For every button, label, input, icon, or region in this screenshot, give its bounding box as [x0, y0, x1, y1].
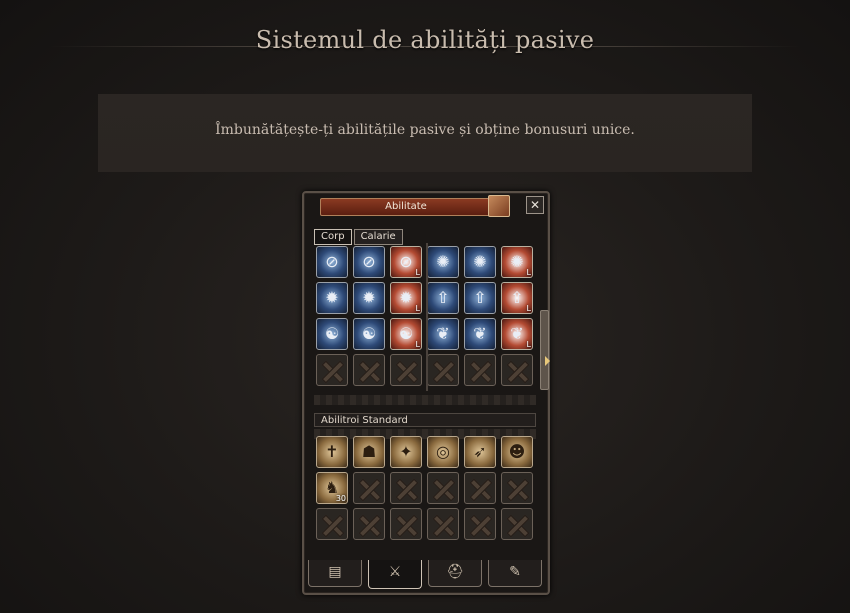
skill-slot[interactable]: ✦ — [390, 436, 422, 468]
side-handle[interactable] — [540, 310, 549, 390]
tab-calarie[interactable]: Calarie — [353, 229, 403, 245]
tree-icon: ⇧ — [473, 288, 487, 307]
skill-slot[interactable]: ☯ L — [390, 318, 422, 350]
skill-level-badge: L — [526, 268, 531, 277]
standard-section-label: Abilitroi Standard — [314, 413, 536, 427]
grid-divider — [426, 243, 428, 391]
swirl-icon: ✺ — [473, 252, 487, 271]
empty-skill-slot[interactable] — [501, 508, 533, 540]
stripes-icon: ⊘ — [325, 252, 339, 271]
bottom-tab-bar: ▤ ⚔ ⛑ ✎ — [302, 560, 546, 590]
standard-skill-grid: ✝ ☗ ✦ ◎ ➶ ☻ ♞ 30 — [316, 436, 533, 540]
skill-slot[interactable]: ✺ — [464, 246, 496, 278]
empty-skill-slot[interactable] — [390, 508, 422, 540]
window-title: Abilitate — [320, 198, 492, 216]
stripes-icon: ⊘ — [362, 252, 376, 271]
starburst-icon: ✹ — [325, 288, 339, 307]
cross-icon: ✝ — [325, 442, 339, 461]
empty-skill-slot[interactable] — [427, 508, 459, 540]
hood-icon: ☗ — [361, 442, 377, 461]
page-title: Sistemul de abilități pasive — [255, 26, 595, 54]
bottom-tab-4[interactable]: ✎ — [488, 560, 542, 587]
target-icon: ◎ — [436, 442, 450, 461]
helmet-icon: ⛑ — [446, 564, 464, 580]
empty-skill-slot[interactable] — [464, 354, 496, 386]
skill-slot[interactable]: ✺ L — [501, 246, 533, 278]
skill-slot[interactable]: ✹ — [353, 282, 385, 314]
empty-skill-slot[interactable] — [353, 472, 385, 504]
bottom-tab-3[interactable]: ⛑ — [428, 560, 482, 587]
skill-slot[interactable]: ⊘ — [316, 246, 348, 278]
skill-book-icon[interactable] — [488, 195, 510, 217]
starburst-icon: ✹ — [362, 288, 376, 307]
skill-slot[interactable]: ❦ — [464, 318, 496, 350]
skill-slot[interactable]: ⊘ — [353, 246, 385, 278]
skill-slot[interactable]: ◎ — [427, 436, 459, 468]
empty-skill-slot[interactable] — [427, 354, 459, 386]
empty-skill-slot[interactable] — [390, 472, 422, 504]
skill-slot[interactable]: ♞ 30 — [316, 472, 348, 504]
skill-slot[interactable]: ➶ — [464, 436, 496, 468]
sword-icon: ⚔ — [388, 564, 402, 580]
roots-icon: ❦ — [473, 324, 487, 343]
skill-slot[interactable]: ✺ — [427, 246, 459, 278]
skill-level-badge: L — [526, 304, 531, 313]
tab-corp[interactable]: Corp — [314, 229, 352, 245]
skill-slot[interactable]: ✹ — [316, 282, 348, 314]
empty-skill-slot[interactable] — [316, 508, 348, 540]
passive-skill-grid: ⊘ ⊘ ⊘ L ✺ ✺ ✺ L ✹ ✹ ✹ L ⇧ ⇧ ⇧ L ☯ ☯ ☯ L ❦ ❦ ❦ L — [316, 246, 533, 386]
bottom-tab-1[interactable]: ▤ — [308, 560, 362, 587]
decorative-strip — [314, 395, 536, 405]
bottom-tab-2[interactable]: ⚔ — [368, 560, 422, 589]
empty-skill-slot[interactable] — [353, 354, 385, 386]
yin-yang-icon: ☯ — [324, 324, 340, 343]
scroll-icon: ✎ — [509, 564, 521, 580]
background: Sistemul de abilități pasive Îmbunătățeș… — [0, 0, 850, 613]
skill-slot[interactable]: ☗ — [353, 436, 385, 468]
empty-skill-slot[interactable] — [464, 508, 496, 540]
yin-yang-icon: ☯ — [361, 324, 377, 343]
arrow-target-icon: ➶ — [473, 442, 487, 461]
skill-slot[interactable]: ⊘ L — [390, 246, 422, 278]
empty-skill-slot[interactable] — [464, 472, 496, 504]
head-icon: ☻ — [508, 442, 526, 461]
empty-skill-slot[interactable] — [427, 472, 459, 504]
skill-window: Abilitate ✕ Corp Calarie ⊘ ⊘ ⊘ L ✺ ✺ ✺ L ✹ ✹ ✹ L ⇧ ⇧ ⇧ L… — [302, 191, 550, 595]
empty-skill-slot[interactable] — [390, 354, 422, 386]
empty-skill-slot[interactable] — [353, 508, 385, 540]
skill-slot[interactable]: ⇧ L — [501, 282, 533, 314]
close-button[interactable]: ✕ — [526, 196, 544, 214]
empty-skill-slot[interactable] — [501, 354, 533, 386]
page-subtitle: Îmbunătățește-ți abilitățile pasive și o… — [215, 122, 635, 138]
empty-skill-slot[interactable] — [316, 354, 348, 386]
roots-icon: ❦ — [436, 324, 450, 343]
skill-slot[interactable]: ⇧ — [464, 282, 496, 314]
skill-slot[interactable]: ☯ — [316, 318, 348, 350]
skill-slot[interactable]: ❦ L — [501, 318, 533, 350]
skill-level-badge: L — [526, 340, 531, 349]
empty-skill-slot[interactable] — [501, 472, 533, 504]
skill-level-badge: L — [415, 268, 420, 277]
skill-level-badge: L — [415, 304, 420, 313]
skill-slot[interactable]: ☯ — [353, 318, 385, 350]
skill-slot[interactable]: ⇧ — [427, 282, 459, 314]
character-card-icon: ▤ — [328, 564, 342, 580]
skill-slot[interactable]: ❦ — [427, 318, 459, 350]
spark-icon: ✦ — [399, 442, 413, 461]
swirl-icon: ✺ — [436, 252, 450, 271]
skill-level-badge: 30 — [335, 494, 346, 503]
skill-slot[interactable]: ☻ — [501, 436, 533, 468]
skill-level-badge: L — [415, 340, 420, 349]
skill-slot[interactable]: ✹ L — [390, 282, 422, 314]
tree-icon: ⇧ — [436, 288, 450, 307]
skill-tabs: Corp Calarie — [314, 224, 405, 245]
expand-arrow-icon[interactable] — [545, 356, 550, 366]
skill-slot[interactable]: ✝ — [316, 436, 348, 468]
